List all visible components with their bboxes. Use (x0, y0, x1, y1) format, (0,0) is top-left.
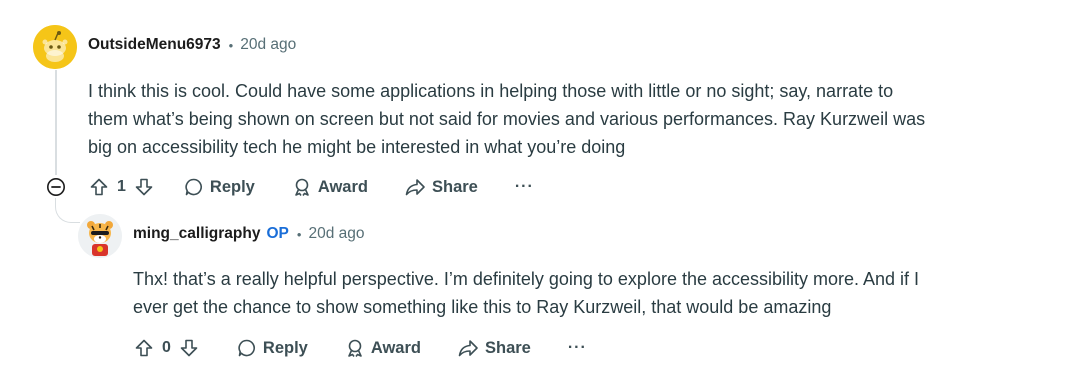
award-label: Award (370, 338, 421, 357)
comment-text-line: I think this is cool. Could have some ap… (88, 81, 894, 101)
tiger-avatar-icon (78, 214, 122, 258)
timestamp[interactable]: 20d ago (240, 36, 296, 54)
author-name[interactable]: OutsideMenu6973 (88, 36, 221, 54)
downvote-button[interactable] (134, 177, 154, 197)
award-button[interactable]: Award (345, 338, 421, 358)
collapse-thread-icon (47, 178, 65, 196)
share-icon (458, 340, 478, 357)
meta-separator: • (296, 226, 302, 242)
comment-actions: 0 Reply Award Share ··· (134, 332, 587, 364)
author-name[interactable]: ming_calligraphy (133, 225, 260, 243)
downvote-icon (135, 178, 153, 196)
comment-text-line: ever get the chance to show something li… (133, 297, 832, 317)
reply-bubble-icon (185, 178, 202, 196)
reply-button[interactable]: Reply (237, 338, 308, 358)
meta-separator: • (228, 37, 234, 53)
thread-branch (55, 198, 80, 223)
reply-bubble-icon (238, 339, 255, 357)
comment-meta: ming_calligraphy OP • 20d ago (133, 225, 364, 243)
award-label: Award (317, 177, 368, 196)
avatar[interactable] (33, 25, 77, 69)
reply-button[interactable]: Reply (184, 177, 255, 197)
vote-count: 1 (117, 178, 126, 195)
award-button[interactable]: Award (292, 177, 368, 197)
award-icon (348, 339, 362, 357)
snoo-avatar-icon (33, 25, 77, 69)
comment-meta: OutsideMenu6973 • 20d ago (88, 36, 296, 54)
more-options-button[interactable]: ··· (568, 339, 587, 357)
comment-text-line: them what’s being shown on screen but no… (88, 109, 926, 129)
downvote-button[interactable] (179, 338, 199, 358)
more-options-button[interactable]: ··· (515, 178, 534, 196)
share-button[interactable]: Share (457, 338, 531, 358)
comment-text-line: Thx! that’s a really helpful perspective… (133, 269, 920, 289)
upvote-icon (90, 178, 108, 196)
vote-count: 0 (162, 339, 171, 356)
avatar[interactable] (78, 214, 122, 258)
downvote-icon (180, 339, 198, 357)
comment-text-line: big on accessibility tech he might be in… (88, 137, 626, 157)
thread-line-main (55, 70, 57, 175)
op-badge: OP (266, 225, 289, 242)
reply-label: Reply (209, 177, 255, 196)
timestamp[interactable]: 20d ago (308, 225, 364, 243)
collapse-button[interactable] (46, 177, 66, 197)
upvote-icon (135, 339, 153, 357)
upvote-button[interactable] (89, 177, 109, 197)
upvote-button[interactable] (134, 338, 154, 358)
comment-actions: 1 Reply Award Share ··· (89, 171, 534, 203)
share-label: Share (431, 177, 478, 196)
share-label: Share (484, 338, 531, 357)
share-icon (405, 179, 425, 196)
award-icon (295, 178, 309, 196)
reply-label: Reply (262, 338, 308, 357)
share-button[interactable]: Share (404, 177, 478, 197)
